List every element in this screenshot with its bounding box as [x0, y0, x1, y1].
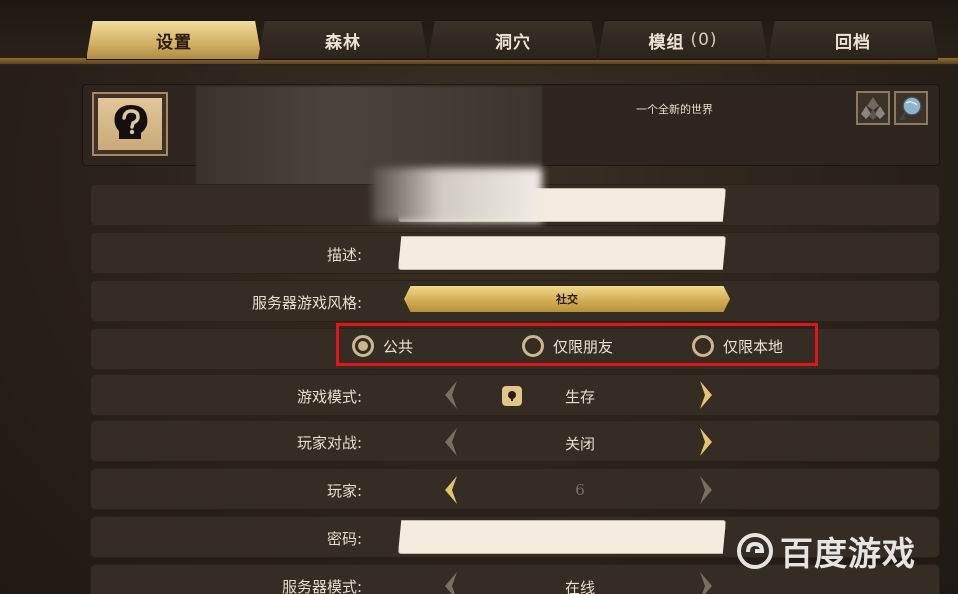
pvp-value: 关闭	[564, 435, 595, 453]
radio-circle	[522, 335, 544, 357]
crystal-cluster-icon[interactable]	[856, 91, 890, 125]
players-label: 玩家:	[326, 482, 362, 500]
radio-label: 公共	[383, 337, 414, 356]
radio-circle	[692, 335, 714, 357]
world-subtitle: 一个全新的世界	[636, 103, 713, 116]
tab-label: 森林	[325, 32, 361, 53]
radio-label: 仅限本地	[723, 337, 784, 356]
tab-rollback[interactable]: 回档	[768, 20, 938, 60]
server-mode-label: 服务器模式:	[281, 578, 362, 594]
password-label: 密码:	[326, 530, 362, 548]
radio-selected-dot	[358, 341, 368, 351]
tab-settings[interactable]: 设置	[86, 20, 262, 60]
radio-label: 仅限朋友	[553, 337, 614, 356]
tab-label: 回档	[835, 32, 871, 53]
server-mode-next-arrow-icon[interactable]	[697, 570, 717, 594]
pvp-label: 玩家对战:	[296, 434, 362, 452]
pvp-next-arrow-icon[interactable]	[697, 426, 717, 458]
baidu-games-watermark: 百度游戏	[736, 527, 916, 575]
pvp-prev-arrow-icon[interactable]	[440, 426, 460, 458]
game-mode-next-arrow-icon[interactable]	[697, 379, 717, 411]
tab-caves[interactable]: 洞穴	[428, 20, 598, 60]
radio-friends-only[interactable]: 仅限朋友	[522, 335, 613, 357]
players-row: 玩家:	[90, 468, 940, 510]
server-style-button[interactable]: 社交	[404, 286, 730, 312]
tab-mods[interactable]: 模组 (0)	[598, 20, 768, 60]
tab-label: 设置	[156, 32, 192, 53]
radio-public[interactable]: 公共	[352, 335, 413, 357]
game-mode-label: 游戏模式:	[296, 388, 362, 406]
survival-mode-icon	[502, 386, 522, 406]
baidu-paw-logo-icon	[737, 533, 773, 569]
world-portrait-frame[interactable]	[92, 92, 168, 156]
description-input[interactable]	[398, 236, 726, 270]
pvp-row: 玩家对战:	[90, 420, 940, 462]
radio-circle	[352, 335, 374, 357]
game-settings-screen: 设置 森林 洞穴 模组 (0) 回档 一个全新的世界 描述: 服务器游戏风格: …	[0, 0, 958, 594]
tab-mods-count: (0)	[690, 30, 718, 50]
blurred-server-name-overlay	[372, 168, 542, 222]
question-mark-portrait-icon	[98, 98, 162, 150]
server-style-value: 社交	[556, 293, 578, 306]
globe-icon[interactable]	[894, 91, 928, 125]
players-next-arrow-icon[interactable]	[697, 474, 717, 506]
tab-label: 模组	[648, 32, 685, 53]
server-mode-prev-arrow-icon[interactable]	[440, 570, 460, 594]
players-prev-arrow-icon[interactable]	[440, 474, 460, 506]
description-label: 描述:	[326, 246, 362, 264]
game-mode-value: 生存	[564, 388, 595, 406]
game-mode-prev-arrow-icon[interactable]	[440, 379, 460, 411]
tab-forest[interactable]: 森林	[258, 20, 428, 60]
server-mode-value: 在线	[564, 579, 595, 594]
players-value: 6	[575, 481, 585, 499]
radio-local-only[interactable]: 仅限本地	[692, 335, 783, 357]
watermark-text: 百度游戏	[780, 534, 916, 573]
password-input[interactable]	[398, 520, 726, 554]
server-style-label: 服务器游戏风格:	[251, 294, 362, 312]
tab-label: 洞穴	[495, 32, 531, 53]
